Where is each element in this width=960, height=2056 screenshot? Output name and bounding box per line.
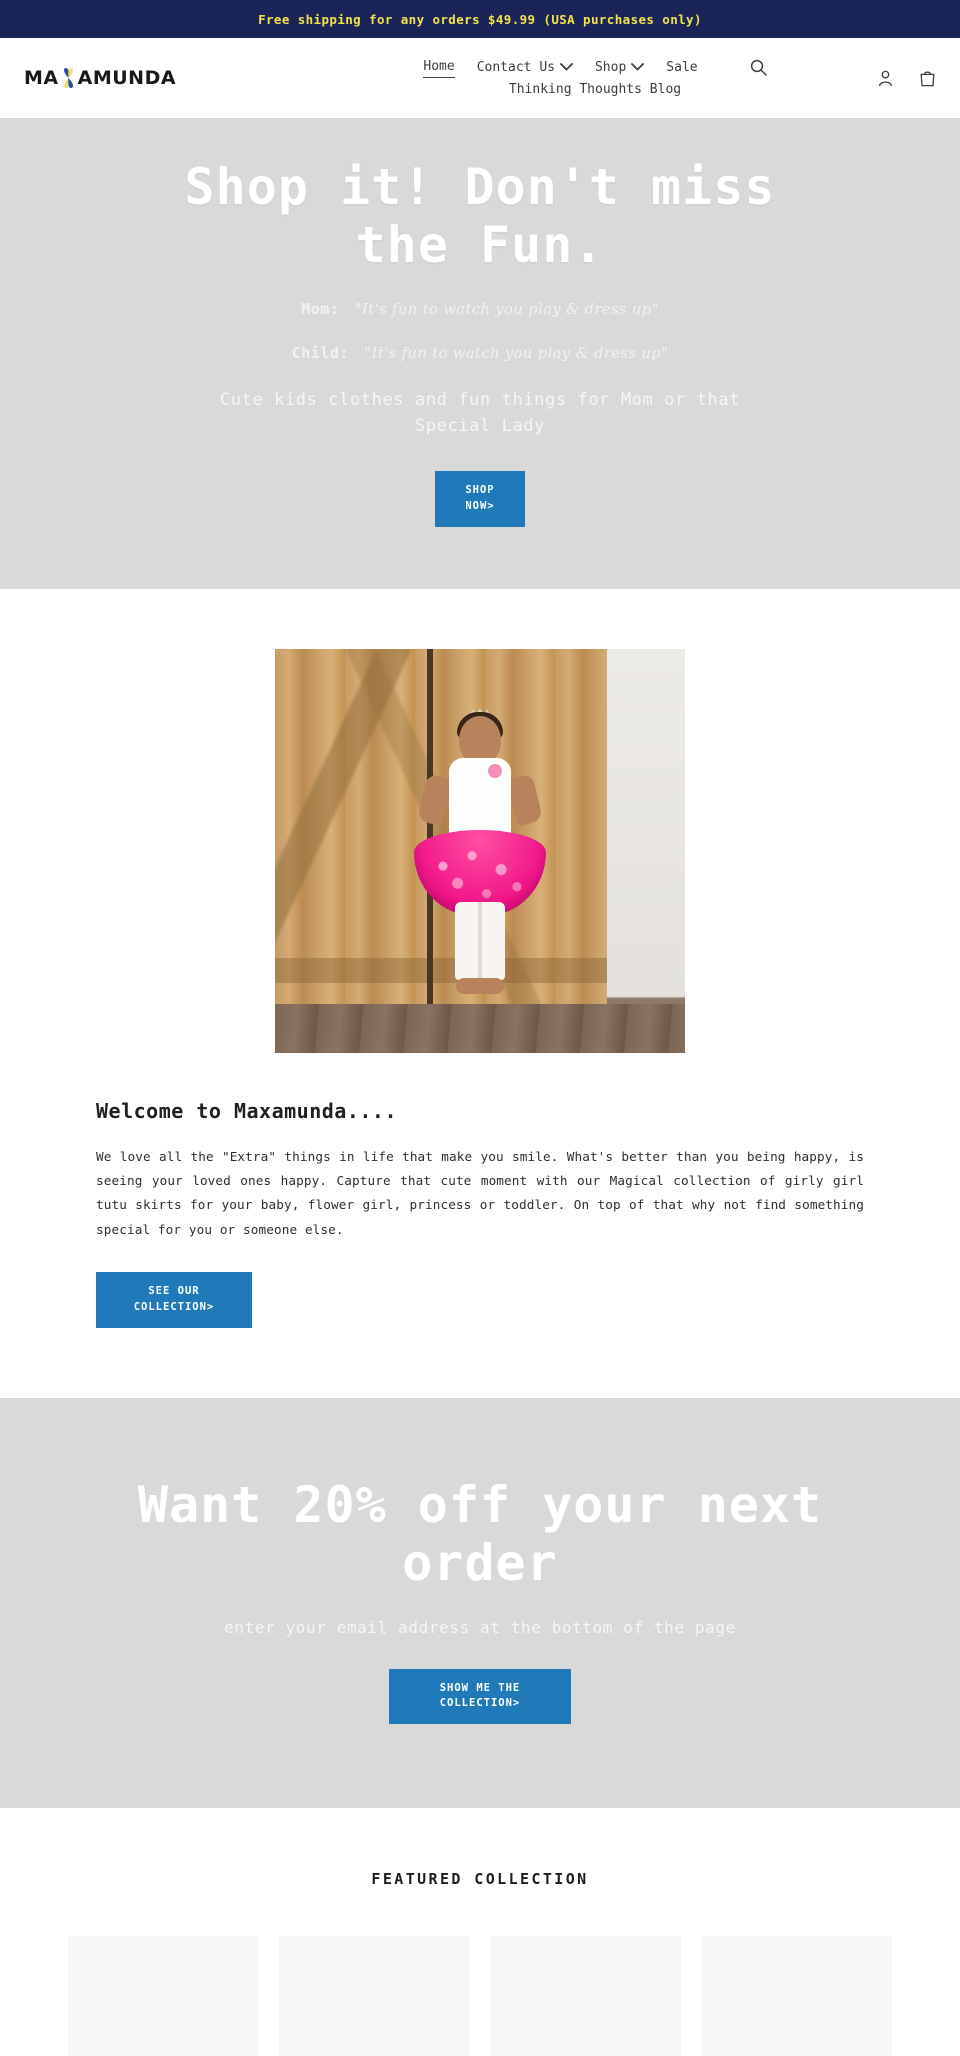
welcome-section: Welcome to Maxamunda.... We love all the… [0, 588, 960, 1398]
product-card[interactable] [279, 1936, 470, 2056]
hero-quote-child-text: "It's fun to watch you play & dress up" [364, 346, 669, 362]
nav-row-primary: Home Contact Us Shop Sale [423, 57, 767, 78]
hero-quote-mom-label: Mom: [301, 300, 340, 318]
nav-item-home-label: Home [423, 58, 455, 74]
promo-subtext: enter your email address at the bottom o… [224, 1617, 736, 1637]
product-grid [0, 1936, 960, 2056]
nav-item-shop[interactable]: Shop [594, 58, 645, 78]
hero-quote-mom-text: "It's fun to watch you play & dress up" [354, 302, 659, 318]
nav-item-shop-label: Shop [594, 59, 627, 75]
nav-item-home[interactable]: Home [423, 57, 455, 78]
hero-quote-child: Child: "It's fun to watch you play & dre… [20, 344, 940, 362]
product-card[interactable] [701, 1936, 892, 2056]
hero-quote-mom: Mom: "It's fun to watch you play & dress… [20, 300, 940, 318]
photo-wall [603, 648, 685, 1053]
logo-text-left: MA [24, 67, 59, 89]
logo-text-right: AMUNDA [77, 67, 177, 89]
photo-head [459, 716, 501, 765]
site-header: MA AMUNDA Home Contact Us Shop Sale Thin… [0, 38, 960, 118]
featured-collection-heading: FEATURED COLLECTION [371, 1870, 589, 1888]
chevron-down-icon [631, 58, 645, 78]
butterfly-x-icon [60, 67, 77, 89]
main-navigation: Home Contact Us Shop Sale Thinking Thoug… [254, 57, 936, 100]
header-actions [878, 69, 936, 87]
shopping-bag-icon[interactable] [919, 69, 936, 87]
featured-collection-section: FEATURED COLLECTION [0, 1808, 960, 2056]
welcome-body-text: We love all the "Extra" things in life t… [96, 1148, 864, 1237]
toddler-girl-pink-tutu-photo [275, 648, 685, 1053]
product-card[interactable] [68, 1936, 259, 2056]
nav-row-secondary: Thinking Thoughts Blog [509, 80, 681, 100]
promo-heading: Want 20% off your next order [137, 1475, 823, 1592]
nav-item-contact-us[interactable]: Contact Us [477, 58, 573, 78]
photo-white-leggings [455, 902, 505, 981]
site-logo[interactable]: MA AMUNDA [24, 67, 254, 89]
hero-quote-child-label: Child: [291, 344, 349, 362]
announcement-bar: Free shipping for any orders $49.99 (USA… [0, 0, 960, 38]
shop-now-button[interactable]: SHOP NOW> [435, 471, 525, 527]
hero-heading: Shop it! Don't miss the Fun. [184, 158, 776, 274]
photo-arm-right [506, 773, 544, 827]
search-icon[interactable] [750, 59, 767, 76]
nav-item-sale-label: Sale [666, 59, 698, 75]
nav-item-sale[interactable]: Sale [666, 58, 697, 78]
nav-item-contact-us-label: Contact Us [476, 59, 555, 75]
see-our-collection-button[interactable]: SEE OUR COLLECTION> [96, 1272, 252, 1328]
photo-child-figure [410, 707, 550, 1012]
welcome-heading: Welcome to Maxamunda.... [96, 1098, 397, 1123]
hero-banner: Shop it! Don't miss the Fun. Mom: "It's … [0, 118, 960, 589]
announcement-text: Free shipping for any orders $49.99 (USA… [258, 11, 702, 27]
nav-item-blog-label: Thinking Thoughts Blog [508, 82, 682, 97]
photo-feet [456, 978, 504, 995]
show-me-the-collection-button[interactable]: SHOW ME THE COLLECTION> [389, 1668, 571, 1724]
account-person-icon[interactable] [878, 70, 893, 87]
product-card[interactable] [490, 1936, 681, 2056]
promo-banner: Want 20% off your next order enter your … [0, 1397, 960, 1808]
photo-arm-left [416, 773, 454, 827]
welcome-image-wrapper [96, 648, 864, 1053]
chevron-down-icon [560, 58, 573, 78]
hero-subtext: Cute kids clothes and fun things for Mom… [219, 390, 741, 436]
nav-item-thinking-thoughts-blog[interactable]: Thinking Thoughts Blog [509, 80, 681, 100]
